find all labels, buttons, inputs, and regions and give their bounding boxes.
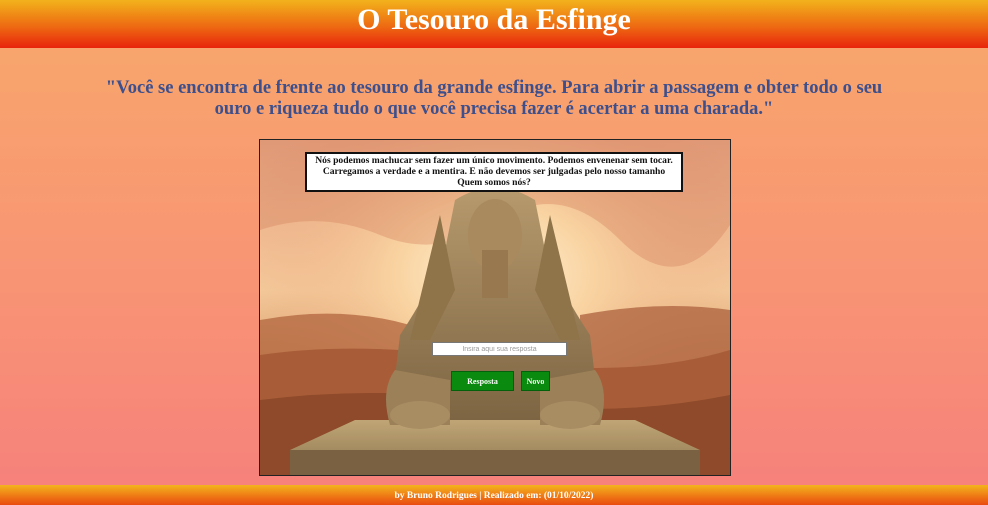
intro-text: "Você se encontra de frente ao tesouro d… <box>105 78 883 119</box>
new-riddle-button[interactable]: Novo <box>521 371 550 391</box>
answer-button[interactable]: Resposta <box>451 371 514 391</box>
page-title: O Tesouro da Esfinge <box>357 3 631 36</box>
sphinx-scene: Nós podemos machucar sem fazer um único … <box>259 139 731 476</box>
page-header: O Tesouro da Esfinge <box>0 0 988 48</box>
answer-input[interactable] <box>432 342 567 356</box>
riddle-box: Nós podemos machucar sem fazer um único … <box>305 152 683 192</box>
page-footer: by Bruno Rodrigues | Realizado em: (01/1… <box>0 485 988 505</box>
